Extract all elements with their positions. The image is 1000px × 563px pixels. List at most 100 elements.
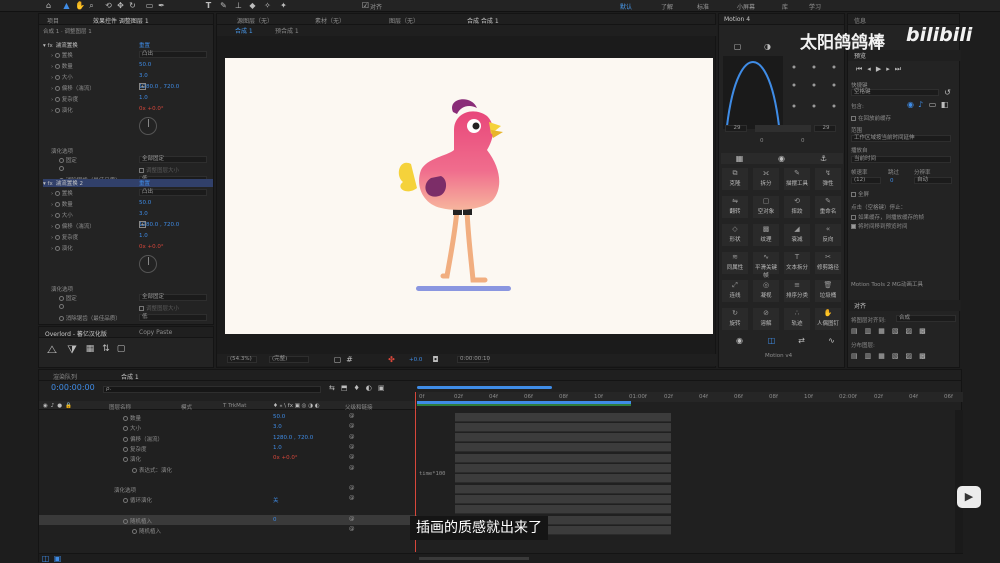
motion4-button[interactable]: ✎ 重命名	[815, 196, 841, 218]
motion4-button[interactable]: ✎ 描摆工具	[784, 168, 810, 190]
track-bar[interactable]	[455, 505, 671, 515]
overlay-toggle-icon[interactable]: ▭	[928, 100, 937, 109]
layer-controls-icon[interactable]: ◧	[940, 100, 949, 109]
eraser-tool-icon[interactable]: ◆	[248, 1, 257, 10]
effect-prop-value[interactable]: 50.0	[139, 62, 151, 68]
align-checkbox-icon[interactable]: ☑	[361, 1, 370, 10]
quality-dropdown[interactable]: (完整)	[269, 356, 309, 363]
puppet-tool-icon[interactable]: ✦	[279, 1, 288, 10]
col-layer-name[interactable]: 图层名称	[109, 403, 131, 411]
overlord-triangle-down-icon[interactable]: ⧩	[65, 344, 79, 359]
effect-option-dropdown[interactable]: 全部固定	[139, 156, 207, 163]
effect-prop-value[interactable]: 凸出	[139, 189, 207, 196]
track-bar[interactable]	[455, 474, 671, 484]
pickwhip-icon[interactable]: @	[349, 495, 355, 501]
hand-tool-icon[interactable]: ✋	[75, 1, 85, 10]
check2-row[interactable]: 将时间移到预览时间	[851, 222, 908, 230]
viewer-timecode[interactable]: 0:00:00:10	[457, 356, 490, 363]
evolution-options-title[interactable]: 演化选项	[51, 147, 73, 155]
motion4-button[interactable]: ⤢ 连线	[722, 280, 748, 302]
motion4-eye-icon[interactable]: ◉	[777, 154, 786, 163]
motion4-button[interactable]: ↻ 旋转	[722, 308, 748, 330]
table-row[interactable]	[39, 505, 417, 515]
motion4-button[interactable]: ▩ 纹理	[753, 224, 779, 246]
overlord-triangle-up-icon[interactable]: ⧍	[45, 344, 59, 359]
grid-icon[interactable]: #	[345, 355, 354, 364]
tab-project[interactable]: 项目	[47, 16, 59, 25]
distribute-buttons[interactable]: ▤▥▦▧▨▩	[851, 352, 956, 362]
tab-effect-controls[interactable]: 效果控件 调整图层 1	[93, 16, 149, 25]
effect-prop-value[interactable]: 0x +0.0°	[139, 106, 164, 112]
motion4-square-icon[interactable]: ▢	[733, 42, 742, 51]
video-toggle-icon[interactable]: ◉	[906, 100, 915, 109]
table-row[interactable]	[39, 474, 417, 484]
type-tool-icon[interactable]: T	[204, 1, 213, 10]
anchor-grid[interactable]	[787, 60, 841, 126]
color-channel-icon[interactable]: ✤	[387, 355, 396, 364]
evolution-options-title[interactable]: 演化选项	[51, 285, 73, 293]
motion4-button[interactable]: ◇ 形状	[722, 224, 748, 246]
tab-timeline-comp1[interactable]: 合成 1	[121, 372, 139, 381]
motion4-button[interactable]: ✋ 人偶图钉	[815, 308, 841, 330]
res-dropdown[interactable]: 自动	[914, 177, 952, 184]
evolution-dial[interactable]	[139, 255, 157, 273]
motion4-button[interactable]: ⧉ 克隆	[722, 168, 748, 190]
evolution-dial[interactable]	[139, 117, 157, 135]
tab-info[interactable]: 信息	[854, 16, 866, 25]
tab-overlord[interactable]: Overlord - 蕃亿汉化版	[45, 329, 107, 338]
overlord-swap-icon[interactable]: ⇅	[101, 345, 111, 359]
timeline-search-input[interactable]: ρ.	[103, 386, 321, 393]
tab-render-queue[interactable]: 渲染队列	[53, 372, 77, 381]
brush-tool-icon[interactable]: ✎	[219, 1, 228, 10]
motion4-button[interactable]: ✂ 修剪路径	[815, 252, 841, 274]
motion4-button[interactable]: 🗑 垃圾桶	[815, 280, 841, 302]
motion4-eye2-icon[interactable]: ◉	[735, 336, 744, 345]
zoom-tool-icon[interactable]: ⌕	[87, 1, 96, 10]
motion4-button[interactable]: T 文本拆分	[784, 252, 810, 274]
effect-option-checkbox[interactable]: 调整图层大小	[139, 304, 179, 312]
rectangle-tool-icon[interactable]: ▭	[145, 1, 154, 10]
ease-in-value[interactable]: 29	[725, 125, 747, 132]
pickwhip-icon[interactable]: @	[349, 454, 355, 460]
table-row[interactable]: 随机植入 @	[39, 525, 417, 535]
motion4-layers-icon[interactable]: ◫	[767, 336, 776, 345]
workspace-small-screen[interactable]: 小屏幕	[737, 2, 755, 11]
reset-icon[interactable]: ↺	[943, 88, 952, 97]
track-bar[interactable]	[455, 464, 671, 473]
pickwhip-icon[interactable]: @	[349, 413, 355, 419]
motion4-button[interactable]: ⇋ 翻转	[722, 196, 748, 218]
track-bar[interactable]	[455, 453, 671, 463]
motion4-button[interactable]: ≋ 同属性	[722, 252, 748, 274]
workspace-default[interactable]: 默认	[620, 2, 632, 11]
motion4-button[interactable]: ∿ 平滑关键帧	[753, 252, 779, 279]
effect-prop-value[interactable]: 1.0	[139, 95, 148, 101]
align-buttons[interactable]: ▤▥▦▧▨▩	[851, 327, 956, 337]
effect-prop-value[interactable]: 3.0	[139, 73, 148, 79]
move-tool-icon[interactable]: ✥	[116, 1, 125, 10]
workspace-standard[interactable]: 标准	[697, 2, 709, 11]
video-play-icon[interactable]: ▶	[957, 486, 981, 508]
motion4-grid-icon[interactable]: ▦	[735, 154, 744, 163]
effect-prop-value[interactable]: 3.0	[139, 211, 148, 217]
effect-prop-value[interactable]: 0x +0.0°	[139, 244, 164, 250]
navigator-bar[interactable]	[417, 386, 552, 389]
pickwhip-icon[interactable]: @	[349, 526, 355, 532]
workspace-learn[interactable]: 了解	[661, 2, 673, 11]
rotate-tool-icon[interactable]: ↻	[128, 1, 137, 10]
table-row[interactable]: 复杂度 1.0 @	[39, 443, 417, 453]
stamp-tool-icon[interactable]: ⊥	[234, 1, 243, 10]
table-row[interactable]: 演化选项 @	[39, 484, 417, 494]
col-parent[interactable]: 父级和链接	[345, 403, 373, 411]
fps-dropdown[interactable]: (12)	[851, 177, 881, 184]
camera-icon[interactable]: ◘	[431, 355, 440, 364]
roto-tool-icon[interactable]: ✧	[263, 1, 272, 10]
fullscreen-row[interactable]: 全屏	[851, 190, 869, 198]
pickwhip-icon[interactable]: @	[349, 434, 355, 440]
motion4-button[interactable]: «反向	[815, 224, 841, 246]
motion4-button[interactable]: ∴ 轨迹	[784, 308, 810, 330]
audio-toggle-icon[interactable]: ♪	[916, 100, 925, 109]
pickwhip-icon[interactable]: @	[349, 485, 355, 491]
pickwhip-icon[interactable]: @	[349, 444, 355, 450]
motion4-button[interactable]: ◎ 凝视	[753, 280, 779, 302]
tab-composition[interactable]: 合成 合成 1	[467, 16, 499, 25]
